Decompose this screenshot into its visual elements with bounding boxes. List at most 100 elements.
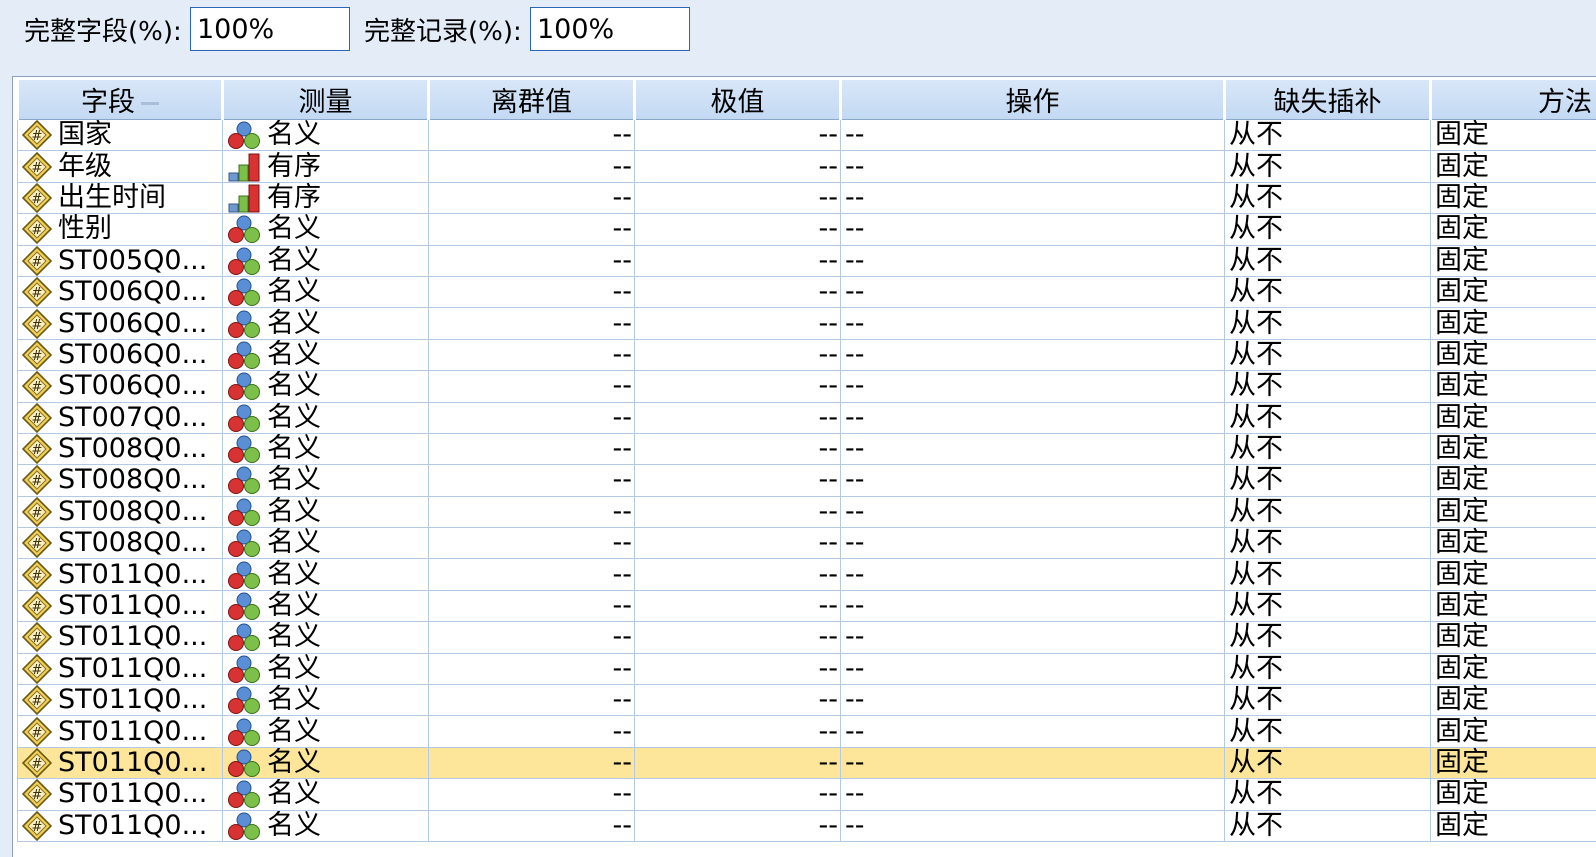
impute-missing-cell[interactable]: 从不: [1225, 779, 1431, 810]
method-cell[interactable]: 固定: [1431, 622, 1596, 653]
measure-cell[interactable]: 名义: [223, 622, 429, 653]
table-row[interactable]: #年级有序------从不固定: [18, 151, 1596, 182]
method-cell[interactable]: 固定: [1431, 339, 1596, 370]
method-cell[interactable]: 固定: [1431, 685, 1596, 716]
outliers-cell[interactable]: --: [429, 496, 635, 527]
field-cell[interactable]: #ST008Q0...: [18, 496, 223, 527]
table-row[interactable]: #ST011Q0...名义------从不固定: [18, 559, 1596, 590]
method-cell[interactable]: 固定: [1431, 528, 1596, 559]
table-row[interactable]: #ST008Q0...名义------从不固定: [18, 496, 1596, 527]
extremes-cell[interactable]: --: [635, 245, 841, 276]
measure-cell[interactable]: 名义: [223, 590, 429, 621]
table-row[interactable]: #ST005Q0...名义------从不固定: [18, 245, 1596, 276]
impute-missing-cell[interactable]: 从不: [1225, 590, 1431, 621]
method-cell[interactable]: 固定: [1431, 559, 1596, 590]
measure-cell[interactable]: 名义: [223, 779, 429, 810]
outliers-cell[interactable]: --: [429, 214, 635, 245]
outliers-cell[interactable]: --: [429, 528, 635, 559]
action-cell[interactable]: --: [841, 685, 1225, 716]
outliers-cell[interactable]: --: [429, 371, 635, 402]
action-cell[interactable]: --: [841, 182, 1225, 213]
method-cell[interactable]: 固定: [1431, 214, 1596, 245]
method-cell[interactable]: 固定: [1431, 465, 1596, 496]
measure-cell[interactable]: 名义: [223, 810, 429, 841]
measure-cell[interactable]: 名义: [223, 685, 429, 716]
action-cell[interactable]: --: [841, 371, 1225, 402]
table-row[interactable]: #ST011Q0...名义------从不固定: [18, 590, 1596, 621]
column-header-measure[interactable]: 测量: [223, 80, 429, 120]
measure-cell[interactable]: 有序: [223, 151, 429, 182]
table-row[interactable]: #ST006Q0...名义------从不固定: [18, 371, 1596, 402]
table-row[interactable]: #性别名义------从不固定: [18, 214, 1596, 245]
method-cell[interactable]: 固定: [1431, 653, 1596, 684]
action-cell[interactable]: --: [841, 402, 1225, 433]
field-cell[interactable]: #ST006Q0...: [18, 308, 223, 339]
action-cell[interactable]: --: [841, 653, 1225, 684]
field-cell[interactable]: #ST011Q0...: [18, 779, 223, 810]
method-cell[interactable]: 固定: [1431, 716, 1596, 747]
field-cell[interactable]: #ST006Q0...: [18, 371, 223, 402]
impute-missing-cell[interactable]: 从不: [1225, 685, 1431, 716]
action-cell[interactable]: --: [841, 433, 1225, 464]
impute-missing-cell[interactable]: 从不: [1225, 214, 1431, 245]
field-cell[interactable]: #年级: [18, 151, 223, 182]
measure-cell[interactable]: 名义: [223, 245, 429, 276]
impute-missing-cell[interactable]: 从不: [1225, 810, 1431, 841]
extremes-cell[interactable]: --: [635, 779, 841, 810]
outliers-cell[interactable]: --: [429, 308, 635, 339]
outliers-cell[interactable]: --: [429, 465, 635, 496]
table-row[interactable]: #ST011Q0...名义------从不固定: [18, 622, 1596, 653]
outliers-cell[interactable]: --: [429, 339, 635, 370]
column-header-extremes[interactable]: 极值: [635, 80, 841, 120]
field-cell[interactable]: #性别: [18, 214, 223, 245]
table-row[interactable]: #ST011Q0...名义------从不固定: [18, 779, 1596, 810]
method-cell[interactable]: 固定: [1431, 276, 1596, 307]
action-cell[interactable]: --: [841, 810, 1225, 841]
outliers-cell[interactable]: --: [429, 685, 635, 716]
extremes-cell[interactable]: --: [635, 120, 841, 151]
extremes-cell[interactable]: --: [635, 622, 841, 653]
measure-cell[interactable]: 名义: [223, 747, 429, 778]
outliers-cell[interactable]: --: [429, 559, 635, 590]
extremes-cell[interactable]: --: [635, 465, 841, 496]
method-cell[interactable]: 固定: [1431, 402, 1596, 433]
field-cell[interactable]: #ST011Q0...: [18, 559, 223, 590]
action-cell[interactable]: --: [841, 276, 1225, 307]
action-cell[interactable]: --: [841, 120, 1225, 151]
field-cell[interactable]: #国家: [18, 120, 223, 151]
table-row[interactable]: #ST011Q0...名义------从不固定: [18, 685, 1596, 716]
extremes-cell[interactable]: --: [635, 308, 841, 339]
impute-missing-cell[interactable]: 从不: [1225, 151, 1431, 182]
measure-cell[interactable]: 名义: [223, 120, 429, 151]
method-cell[interactable]: 固定: [1431, 496, 1596, 527]
extremes-cell[interactable]: --: [635, 496, 841, 527]
field-cell[interactable]: #ST011Q0...: [18, 716, 223, 747]
method-cell[interactable]: 固定: [1431, 779, 1596, 810]
impute-missing-cell[interactable]: 从不: [1225, 559, 1431, 590]
action-cell[interactable]: --: [841, 339, 1225, 370]
measure-cell[interactable]: 名义: [223, 339, 429, 370]
field-cell[interactable]: #出生时间: [18, 182, 223, 213]
field-cell[interactable]: #ST011Q0...: [18, 653, 223, 684]
column-header-outliers[interactable]: 离群值: [429, 80, 635, 120]
outliers-cell[interactable]: --: [429, 810, 635, 841]
field-cell[interactable]: #ST006Q0...: [18, 339, 223, 370]
action-cell[interactable]: --: [841, 716, 1225, 747]
impute-missing-cell[interactable]: 从不: [1225, 182, 1431, 213]
impute-missing-cell[interactable]: 从不: [1225, 528, 1431, 559]
action-cell[interactable]: --: [841, 151, 1225, 182]
measure-cell[interactable]: 名义: [223, 371, 429, 402]
field-cell[interactable]: #ST011Q0...: [18, 590, 223, 621]
outliers-cell[interactable]: --: [429, 276, 635, 307]
impute-missing-cell[interactable]: 从不: [1225, 622, 1431, 653]
outliers-cell[interactable]: --: [429, 120, 635, 151]
column-header-impute-missing[interactable]: 缺失插补: [1225, 80, 1431, 120]
measure-cell[interactable]: 名义: [223, 433, 429, 464]
outliers-cell[interactable]: --: [429, 622, 635, 653]
field-cell[interactable]: #ST011Q0...: [18, 622, 223, 653]
field-cell[interactable]: #ST008Q0...: [18, 528, 223, 559]
outliers-cell[interactable]: --: [429, 245, 635, 276]
action-cell[interactable]: --: [841, 590, 1225, 621]
action-cell[interactable]: --: [841, 747, 1225, 778]
action-cell[interactable]: --: [841, 528, 1225, 559]
